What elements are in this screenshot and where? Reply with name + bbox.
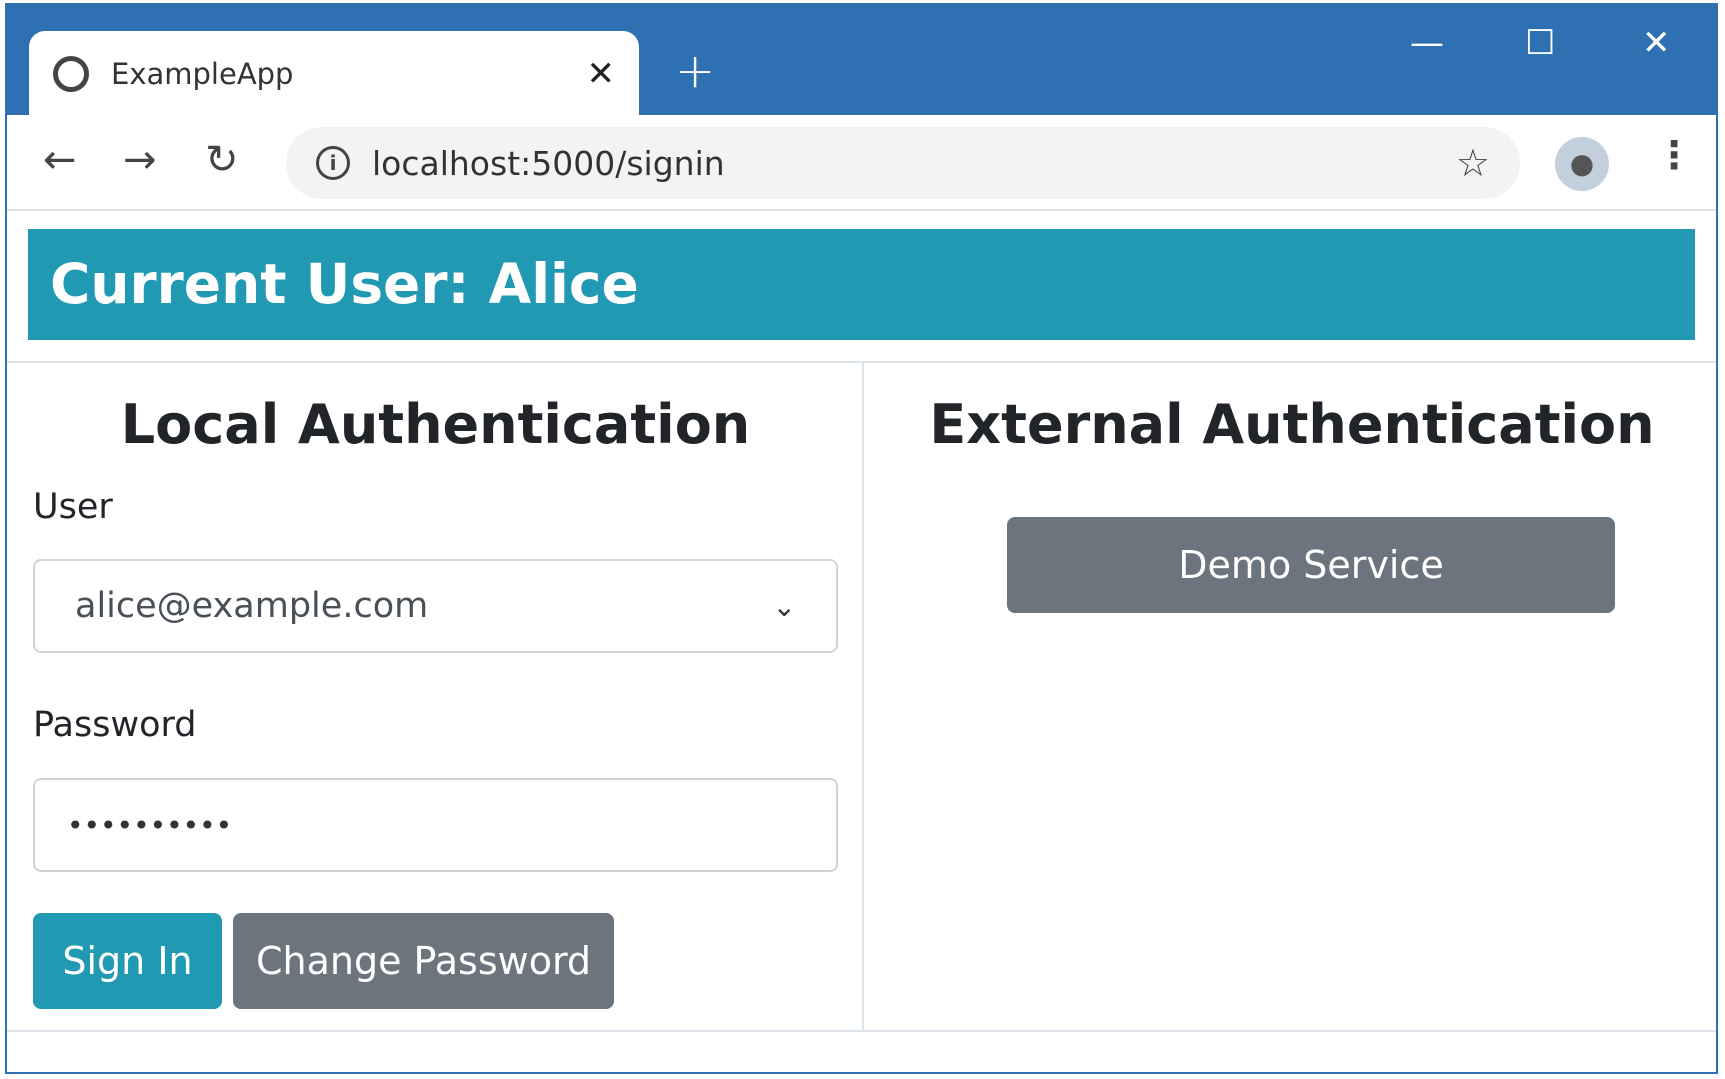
browser-window: ExampleApp ✕ + — ☐ ✕ ← → ↻ i localhost:5…: [5, 3, 1718, 1074]
star-icon[interactable]: ☆: [1456, 141, 1490, 185]
browser-toolbar: ← → ↻ i localhost:5000/signin ☆ ● ⋮: [7, 115, 1716, 211]
address-bar[interactable]: i localhost:5000/signin ☆: [286, 127, 1520, 199]
local-auth-heading: Local Authentication: [120, 393, 751, 456]
new-tab-button[interactable]: +: [675, 43, 715, 99]
globe-icon: [53, 56, 89, 92]
password-value: ••••••••••: [67, 808, 233, 842]
info-icon[interactable]: i: [316, 146, 350, 180]
reload-icon[interactable]: ↻: [205, 137, 239, 183]
column-divider: [862, 362, 864, 1030]
tab-title: ExampleApp: [111, 57, 294, 91]
menu-icon[interactable]: ⋮: [1655, 133, 1693, 177]
maximize-button[interactable]: ☐: [1525, 23, 1555, 63]
profile-avatar[interactable]: ●: [1555, 137, 1609, 191]
divider: [7, 1030, 1716, 1032]
close-window-button[interactable]: ✕: [1642, 23, 1671, 63]
change-password-button[interactable]: Change Password: [233, 913, 614, 1009]
user-label: User: [33, 487, 113, 527]
close-tab-icon[interactable]: ✕: [587, 54, 616, 94]
back-icon[interactable]: ←: [43, 137, 77, 183]
forward-icon[interactable]: →: [123, 137, 157, 183]
password-label: Password: [33, 705, 197, 745]
external-auth-heading: External Authentication: [929, 393, 1655, 456]
minimize-button[interactable]: —: [1410, 23, 1444, 63]
tab-exampleapp[interactable]: ExampleApp ✕: [29, 31, 639, 117]
demo-service-button[interactable]: Demo Service: [1007, 517, 1615, 613]
tab-bar: ExampleApp ✕ + — ☐ ✕: [7, 5, 1716, 117]
url-text[interactable]: localhost:5000/signin: [372, 144, 1456, 183]
password-input[interactable]: ••••••••••: [33, 778, 838, 872]
current-user-banner: Current User: Alice: [28, 229, 1695, 340]
chevron-down-icon: ⌄: [772, 589, 796, 623]
user-select[interactable]: alice@example.com ⌄: [33, 559, 838, 653]
user-select-value: alice@example.com: [75, 586, 429, 626]
sign-in-button[interactable]: Sign In: [33, 913, 222, 1009]
